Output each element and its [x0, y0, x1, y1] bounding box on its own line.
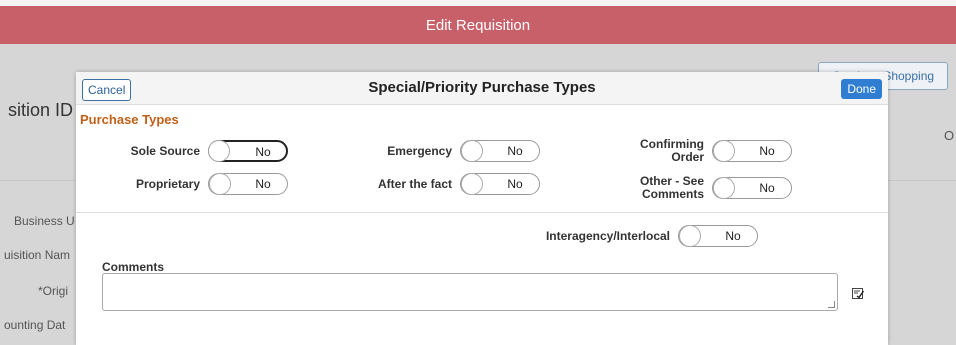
purchase-types-modal: Special/Priority Purchase Types Cancel D…: [76, 72, 888, 345]
other-see-comments-toggle[interactable]: No: [712, 177, 792, 199]
after-the-fact-toggle[interactable]: No: [460, 173, 540, 195]
bg-divider-right: [888, 180, 956, 181]
toggle-value: No: [507, 144, 523, 158]
other-see-comments-field: Other - See Comments No: [622, 175, 792, 201]
toggle-knob: [713, 140, 735, 162]
proprietary-field: Proprietary No: [120, 173, 288, 195]
modal-header: Special/Priority Purchase Types Cancel D…: [76, 72, 888, 105]
toggle-knob: [679, 225, 701, 247]
proprietary-label: Proprietary: [135, 176, 200, 191]
toggle-knob: [209, 173, 231, 195]
section-divider: [76, 212, 888, 213]
page-title: Edit Requisition: [425, 16, 531, 34]
toggle-value: No: [759, 181, 775, 195]
interagency-toggle[interactable]: No: [678, 225, 758, 247]
comments-label: Comments: [102, 260, 165, 274]
requisition-id-label: sition ID: [8, 100, 74, 120]
after-the-fact-label: After the fact: [377, 176, 452, 191]
confirming-order-toggle[interactable]: No: [712, 140, 792, 162]
cancel-button[interactable]: Cancel: [82, 79, 132, 101]
spell-check-icon[interactable]: [852, 287, 865, 299]
section-title: Purchase Types: [80, 112, 179, 127]
business-unit-label: Business U: [14, 214, 75, 228]
toggle-value: No: [255, 145, 271, 159]
sole-source-toggle[interactable]: No: [208, 140, 288, 162]
toggle-knob: [208, 140, 230, 162]
toggle-value: No: [255, 177, 271, 191]
sole-source-label: Sole Source: [130, 143, 200, 158]
sole-source-field: Sole Source No: [120, 140, 288, 162]
toggle-value: No: [725, 229, 741, 243]
confirming-order-label: Confirming Order: [640, 137, 704, 164]
comments-textarea[interactable]: [102, 273, 838, 311]
spell-check-glyph: [852, 288, 865, 299]
page-header: Edit Requisition: [0, 6, 956, 44]
right-partial-label: O: [944, 128, 955, 143]
confirming-order-field: Confirming Order No: [622, 138, 792, 164]
bg-divider: [0, 180, 76, 181]
resize-grip-icon[interactable]: [828, 301, 835, 308]
toggle-knob: [461, 140, 483, 162]
requisition-name-label: uisition Nam: [4, 248, 71, 262]
toggle-knob: [713, 177, 735, 199]
emergency-label: Emergency: [387, 143, 452, 158]
modal-title: Special/Priority Purchase Types: [368, 79, 596, 96]
toggle-knob: [461, 173, 483, 195]
after-the-fact-field: After the fact No: [376, 173, 540, 195]
toggle-value: No: [759, 144, 775, 158]
emergency-toggle[interactable]: No: [460, 140, 540, 162]
toggle-value: No: [507, 177, 523, 191]
origin-label: *Origi: [38, 284, 69, 298]
proprietary-toggle[interactable]: No: [208, 173, 288, 195]
done-button[interactable]: Done: [841, 79, 882, 99]
emergency-field: Emergency No: [376, 140, 540, 162]
interagency-field: Interagency/Interlocal No: [506, 225, 758, 247]
accounting-date-label: ounting Dat: [4, 318, 66, 332]
interagency-label: Interagency/Interlocal: [545, 228, 670, 243]
other-see-comments-label: Other - See Comments: [639, 174, 704, 201]
